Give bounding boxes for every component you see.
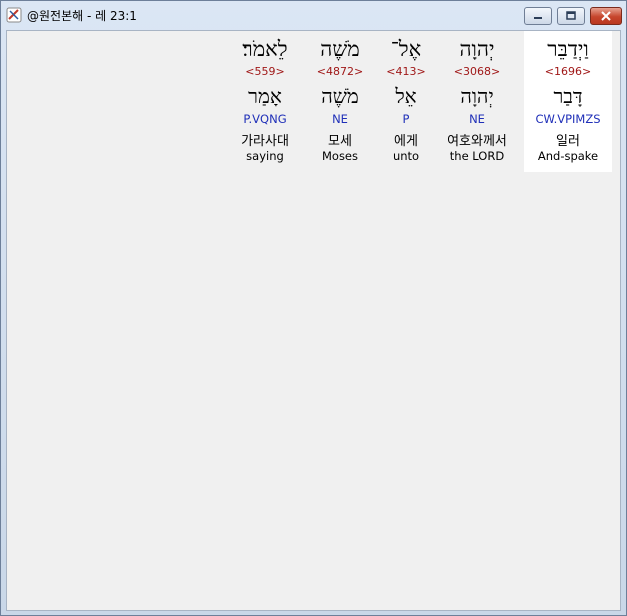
- strong-number[interactable]: <3068>: [433, 65, 521, 78]
- morphology-code: CW.VPIMZS: [535, 112, 601, 126]
- morphology-code: NE: [469, 112, 485, 126]
- window-title: @원전본해 - 레 23:1: [27, 8, 137, 23]
- close-icon: [601, 11, 611, 21]
- maximize-button[interactable]: [557, 7, 585, 25]
- hebrew-lemma: יְהוָה: [460, 84, 494, 108]
- title-bar[interactable]: @원전본해 - 레 23:1: [1, 1, 626, 29]
- app-window: @원전본해 - 레 23:1 לֵאמֹר׃ <559> אָמַר P.VQN…: [0, 0, 627, 616]
- close-button[interactable]: [590, 7, 622, 25]
- word-column[interactable]: יְהוָה <3068> יְהוָה NE 여호와께서 the LORD: [433, 31, 521, 172]
- hebrew-word: וַיְדַבֵּר: [547, 37, 589, 61]
- strong-number[interactable]: <1696>: [524, 65, 612, 78]
- app-icon: [6, 7, 22, 23]
- minimize-button[interactable]: [524, 7, 552, 25]
- korean-gloss: 일러: [556, 134, 580, 149]
- maximize-icon: [566, 11, 576, 20]
- minimize-icon: [534, 17, 542, 19]
- word-column-selected[interactable]: וַיְדַבֵּר <1696> דָּבַר CW.VPIMZS 일러 An…: [524, 31, 612, 172]
- english-gloss: And-spake: [537, 149, 599, 163]
- english-gloss: the LORD: [449, 149, 505, 163]
- hebrew-word: יְהוָה: [459, 37, 495, 61]
- hebrew-lemma: דָּבַר: [553, 84, 583, 108]
- korean-gloss: 여호와께서: [447, 134, 507, 149]
- interlinear-view[interactable]: לֵאמֹר׃ <559> אָמַר P.VQNG 가라사대 saying מ…: [6, 30, 621, 611]
